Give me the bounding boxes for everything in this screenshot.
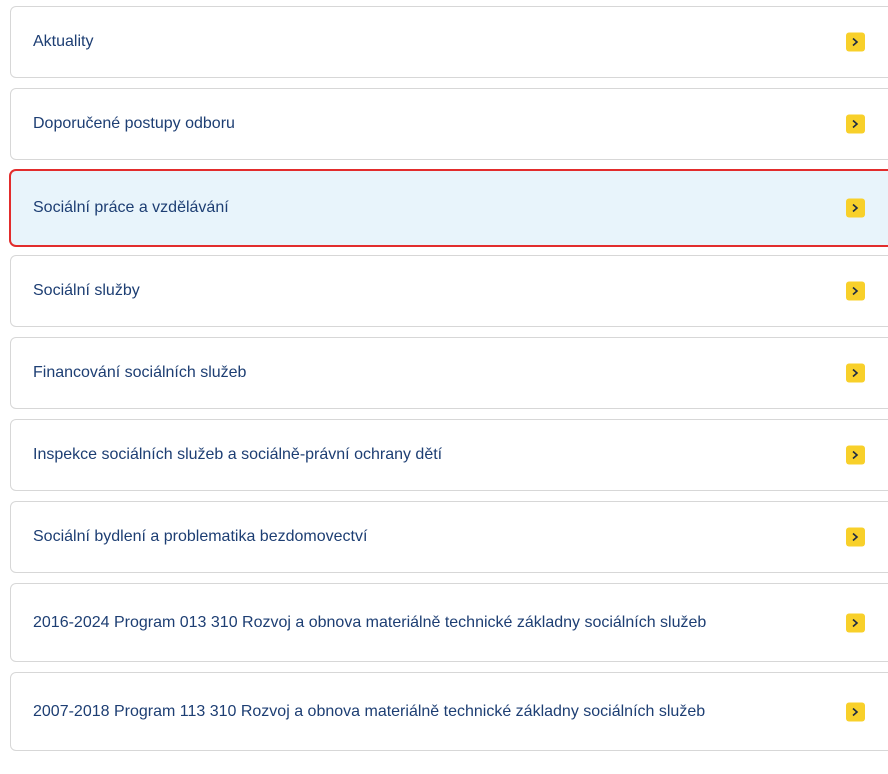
chevron-right-icon[interactable] bbox=[846, 198, 865, 218]
section-menu-list: Aktuality Doporučené postupy odboru Soci… bbox=[10, 6, 888, 761]
menu-item-label: Financování sociálních služeb bbox=[33, 364, 247, 381]
menu-item-label: 2016-2024 Program 013 310 Rozvoj a obnov… bbox=[33, 613, 707, 631]
chevron-right-icon[interactable] bbox=[846, 527, 865, 547]
chevron-right-icon[interactable] bbox=[846, 613, 865, 632]
menu-item-label: Aktuality bbox=[33, 33, 94, 50]
chevron-right-icon[interactable] bbox=[846, 363, 865, 383]
menu-item-socialni-sluzby[interactable]: Sociální služby bbox=[10, 255, 888, 327]
menu-item-label: Sociální bydlení a problematika bezdomov… bbox=[33, 528, 368, 545]
menu-item-label: Doporučené postupy odboru bbox=[33, 115, 235, 132]
menu-item-label: 2007-2018 Program 113 310 Rozvoj a obnov… bbox=[33, 702, 706, 720]
menu-item-inspekce[interactable]: Inspekce sociálních služeb a sociálně-pr… bbox=[10, 419, 888, 491]
menu-item-doporucene-postupy[interactable]: Doporučené postupy odboru bbox=[10, 88, 888, 160]
chevron-right-icon[interactable] bbox=[846, 114, 865, 134]
menu-item-label: Sociální služby bbox=[33, 282, 140, 299]
chevron-right-icon[interactable] bbox=[846, 702, 865, 721]
menu-item-label: Sociální práce a vzdělávání bbox=[33, 199, 229, 216]
menu-item-financovani[interactable]: Financování sociálních služeb bbox=[10, 337, 888, 409]
chevron-right-icon[interactable] bbox=[846, 32, 865, 52]
chevron-right-icon[interactable] bbox=[846, 281, 865, 301]
menu-item-program-113310[interactable]: 2007-2018 Program 113 310 Rozvoj a obnov… bbox=[10, 672, 888, 751]
menu-item-aktuality[interactable]: Aktuality bbox=[10, 6, 888, 78]
menu-item-program-013310[interactable]: 2016-2024 Program 013 310 Rozvoj a obnov… bbox=[10, 583, 888, 662]
menu-item-socialni-prace[interactable]: Sociální práce a vzdělávání bbox=[10, 170, 888, 246]
chevron-right-icon[interactable] bbox=[846, 445, 865, 465]
menu-item-label: Inspekce sociálních služeb a sociálně-pr… bbox=[33, 446, 443, 463]
menu-item-socialni-bydleni[interactable]: Sociální bydlení a problematika bezdomov… bbox=[10, 501, 888, 573]
